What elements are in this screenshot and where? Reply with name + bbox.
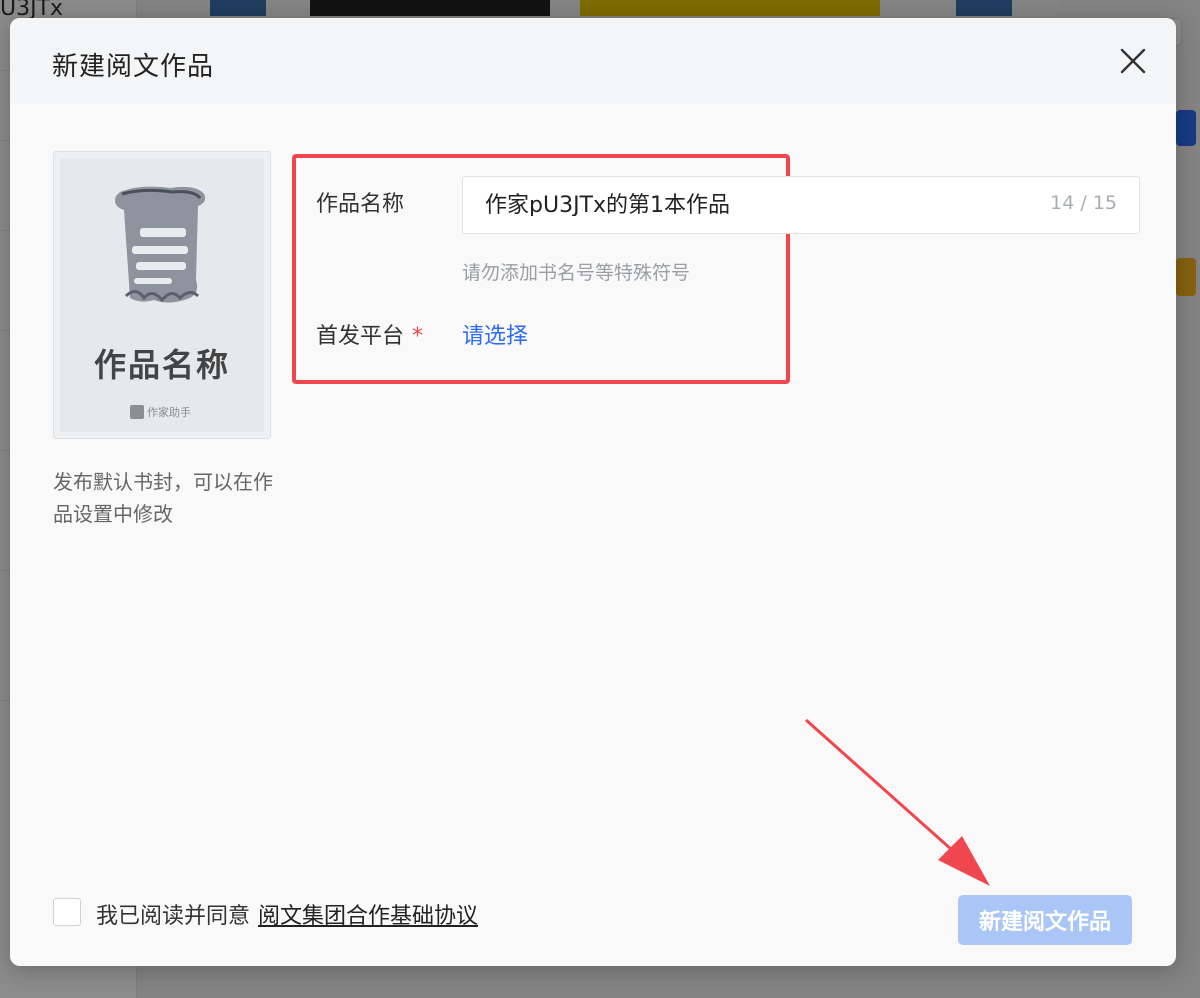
close-icon[interactable] <box>1116 44 1150 78</box>
create-work-button[interactable]: 新建阅文作品 <box>958 895 1132 945</box>
dialog-header: 新建阅文作品 <box>10 18 1176 104</box>
platform-label: 首发平台 * <box>316 318 423 350</box>
feather-icon <box>130 405 144 419</box>
scroll-illustration-icon <box>115 186 206 303</box>
work-name-input[interactable] <box>483 189 1027 216</box>
work-name-label: 作品名称 <box>316 192 405 217</box>
new-work-dialog: 新建阅文作品 作品名称 作家助手 发布默认书封，可以在作品设置中修改 作品名称 … <box>10 18 1176 966</box>
required-marker: * <box>412 324 424 349</box>
platform-select-link[interactable]: 请选择 <box>462 318 528 350</box>
dialog-title: 新建阅文作品 <box>52 52 215 82</box>
platform-label-text: 首发平台 <box>316 324 405 349</box>
cover-brand: 作家助手 <box>130 404 191 420</box>
work-name-field[interactable]: 14 / 15 <box>462 176 1140 234</box>
agreement-link[interactable]: 阅文集团合作基础协议 <box>258 904 478 929</box>
character-count: 14 / 15 <box>1050 192 1117 214</box>
cover-brand-text: 作家助手 <box>147 406 191 419</box>
agreement-text: 我已阅读并同意 阅文集团合作基础协议 <box>96 898 478 930</box>
cover-title: 作品名称 <box>93 346 230 384</box>
default-cover: 作品名称 作家助手 <box>53 151 271 439</box>
cover-note: 发布默认书封，可以在作品设置中修改 <box>53 470 273 526</box>
work-name-hint: 请勿添加书名号等特殊符号 <box>462 262 691 284</box>
agreement-checkbox[interactable] <box>53 898 81 926</box>
agreement-label: 我已阅读并同意 <box>96 904 251 929</box>
close-button[interactable] <box>1116 44 1150 78</box>
